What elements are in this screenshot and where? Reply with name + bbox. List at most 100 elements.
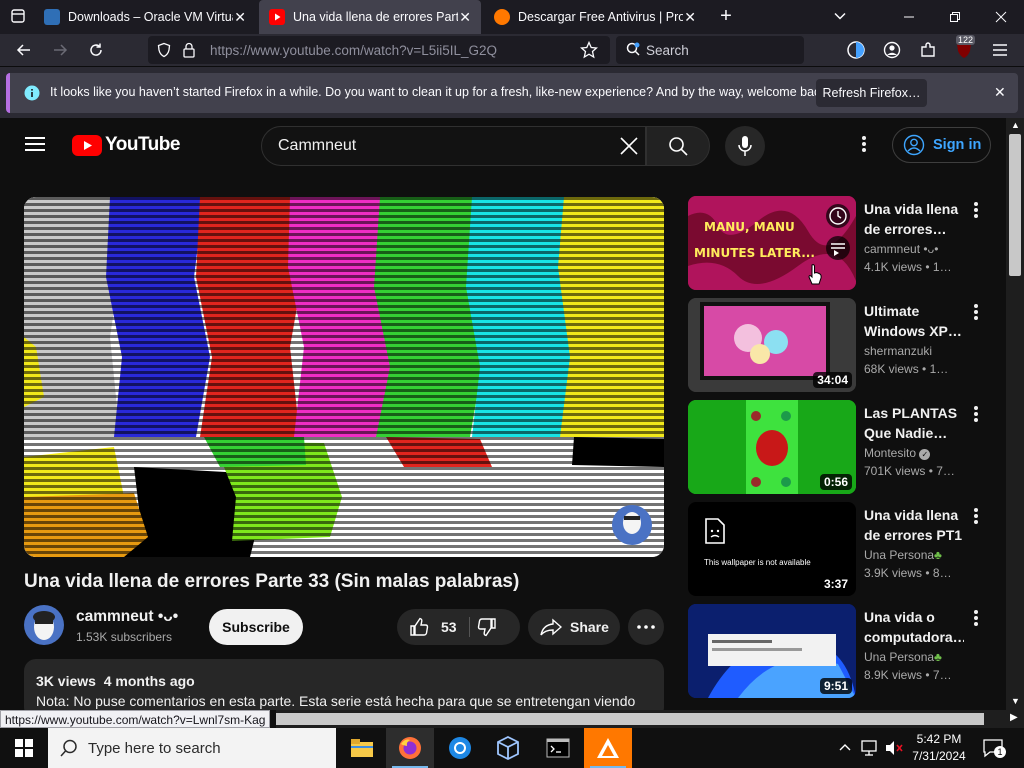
- recommendation-channel[interactable]: shermanzuki: [864, 344, 932, 358]
- tab-title: Downloads – Oracle VM VirtualBox: [68, 10, 233, 24]
- account-icon[interactable]: [878, 38, 906, 62]
- recommendation-title[interactable]: Ultimate Windows XP…: [864, 301, 964, 341]
- tab-overflow-chevron-icon[interactable]: [826, 4, 854, 28]
- youtube-search-input[interactable]: Cammneut: [261, 126, 646, 166]
- watch-later-clock-icon[interactable]: [826, 204, 850, 228]
- video-description[interactable]: 3K views 4 months ago Nota: No puse come…: [24, 659, 664, 710]
- close-window-icon[interactable]: [978, 0, 1024, 34]
- close-tab-icon[interactable]: ✕: [234, 9, 246, 26]
- scroll-up-arrow-icon[interactable]: ▲: [1011, 120, 1020, 130]
- chrome-app[interactable]: [436, 728, 484, 768]
- tab-avast[interactable]: Descargar Free Antivirus | Protección ✕: [484, 0, 706, 34]
- voice-search-button[interactable]: [725, 126, 765, 166]
- channel-name[interactable]: cammneut •ᴗ•: [76, 608, 178, 626]
- recommendation-menu-icon[interactable]: [970, 608, 982, 628]
- youtube-logo[interactable]: YouTube: [72, 134, 180, 156]
- start-button[interactable]: [0, 728, 48, 768]
- recommendation-menu-icon[interactable]: [970, 506, 982, 526]
- scroll-down-arrow-icon[interactable]: ▼: [1011, 696, 1020, 706]
- show-hidden-icons-chevron-icon[interactable]: [838, 740, 852, 759]
- add-to-queue-icon[interactable]: [826, 236, 850, 260]
- recommendation-item[interactable]: This wallpaper is not available 3:37 Una…: [688, 502, 998, 596]
- recommendation-item[interactable]: 0:56 Las PLANTAS Que Nadie… Montesito ✓ 7…: [688, 400, 998, 494]
- lock-icon[interactable]: [182, 42, 196, 63]
- volume-muted-icon[interactable]: [884, 739, 904, 762]
- hamburger-menu-icon[interactable]: [986, 38, 1014, 62]
- address-bar[interactable]: https://www.youtube.com/watch?v=L5ii5IL_…: [148, 36, 610, 64]
- tab-virtualbox[interactable]: Downloads – Oracle VM VirtualBox ✕: [34, 0, 256, 34]
- recommendation-title[interactable]: Una vida llena de errores…: [864, 199, 964, 239]
- more-actions-button[interactable]: [628, 609, 664, 645]
- restore-window-icon[interactable]: [932, 0, 978, 34]
- tab-youtube[interactable]: Una vida llena de errores Parte 33 ✕: [259, 0, 481, 34]
- recommendation-title[interactable]: Las PLANTAS Que Nadie…: [864, 403, 964, 443]
- horizontal-scrollbar[interactable]: ▶: [276, 710, 1024, 728]
- scrollbar-thumb[interactable]: [1009, 134, 1021, 276]
- minimize-window-icon[interactable]: [886, 0, 932, 34]
- taskbar-search-box[interactable]: Type here to search: [48, 728, 336, 768]
- close-tab-icon[interactable]: ✕: [684, 9, 696, 26]
- forward-arrow-icon[interactable]: [46, 38, 74, 62]
- recommendation-channel[interactable]: Una Persona♣: [864, 650, 942, 664]
- close-tab-icon[interactable]: ✕: [459, 9, 471, 26]
- like-button[interactable]: 53: [397, 609, 469, 645]
- search-button[interactable]: [646, 126, 710, 166]
- back-arrow-icon[interactable]: [10, 38, 38, 62]
- notification-center-icon[interactable]: 1: [982, 738, 1006, 763]
- recommendation-thumbnail[interactable]: 9:51: [688, 604, 856, 698]
- recommendation-menu-icon[interactable]: [970, 404, 982, 424]
- reload-icon[interactable]: [82, 38, 110, 62]
- virtualbox-app[interactable]: [484, 728, 532, 768]
- channel-avatar[interactable]: [24, 605, 64, 645]
- browser-search-field[interactable]: Search: [616, 36, 804, 64]
- network-icon[interactable]: [860, 739, 880, 762]
- clear-search-icon[interactable]: [620, 137, 638, 160]
- virtualbox-favicon-icon: [44, 9, 60, 25]
- settings-more-icon[interactable]: [858, 134, 870, 158]
- extension-badge-count: 122: [956, 35, 976, 45]
- close-notification-icon[interactable]: ✕: [994, 84, 1006, 101]
- recommendation-menu-icon[interactable]: [970, 302, 982, 322]
- recommendation-thumbnail[interactable]: 0:56: [688, 400, 856, 494]
- recommendation-item[interactable]: MANU, MANU MINUTES LATER... Una vida lle…: [688, 196, 998, 290]
- search-engine-icon[interactable]: [625, 41, 641, 62]
- recommendation-item[interactable]: 9:51 Una vida o computadora… Una Persona♣…: [688, 604, 998, 698]
- scroll-right-arrow-icon[interactable]: ▶: [1010, 712, 1018, 723]
- scrollbar-thumb[interactable]: [276, 713, 984, 725]
- subscribe-button[interactable]: Subscribe: [209, 609, 303, 645]
- recommendation-thumbnail[interactable]: This wallpaper is not available 3:37: [688, 502, 856, 596]
- recommendation-thumbnail[interactable]: MANU, MANU MINUTES LATER...: [688, 196, 856, 290]
- recommendation-channel[interactable]: Montesito ✓: [864, 446, 931, 460]
- avast-app[interactable]: [584, 728, 632, 768]
- guide-menu-icon[interactable]: [24, 135, 46, 158]
- dislike-button[interactable]: [477, 617, 497, 640]
- recommendation-title[interactable]: Una vida o computadora…: [864, 607, 964, 647]
- sign-in-button[interactable]: Sign in: [892, 127, 991, 163]
- video-title: Una vida llena de errores Parte 33 (Sin …: [24, 571, 520, 592]
- tab-list-icon[interactable]: [4, 4, 32, 28]
- recommendation-channel[interactable]: cammneut •ᴗ•: [864, 242, 938, 256]
- tracking-protection-shield-icon[interactable]: [156, 42, 172, 63]
- vertical-scrollbar[interactable]: ▲ ▼: [1006, 118, 1024, 710]
- recommendation-item[interactable]: 34:04 Ultimate Windows XP… shermanzuki 68…: [688, 298, 998, 392]
- url-text[interactable]: https://www.youtube.com/watch?v=L5ii5IL_…: [210, 43, 497, 58]
- command-prompt-app[interactable]: [534, 728, 582, 768]
- firefox-view-icon[interactable]: [842, 38, 870, 62]
- refresh-firefox-button[interactable]: Refresh Firefox…: [816, 79, 927, 107]
- chrome-logo-icon: [449, 737, 471, 759]
- share-button[interactable]: Share: [528, 609, 620, 645]
- new-tab-icon[interactable]: +: [712, 4, 740, 28]
- recommendation-menu-icon[interactable]: [970, 200, 982, 220]
- ublock-extension-icon[interactable]: 122: [950, 35, 978, 62]
- recommendation-title[interactable]: Una vida llena de errores PT1: [864, 505, 964, 545]
- recommendation-thumbnail[interactable]: 34:04: [688, 298, 856, 392]
- file-explorer-app[interactable]: [338, 728, 386, 768]
- recommendation-channel[interactable]: Una Persona♣: [864, 548, 942, 562]
- extensions-puzzle-icon[interactable]: [914, 38, 942, 62]
- bookmark-star-icon[interactable]: [579, 40, 599, 64]
- firefox-app[interactable]: [386, 728, 434, 768]
- search-query: Cammneut: [278, 137, 357, 154]
- taskbar-clock[interactable]: 5:42 PM 7/31/2024: [906, 731, 972, 765]
- video-player[interactable]: [24, 197, 664, 557]
- avast-logo-icon: [597, 738, 619, 758]
